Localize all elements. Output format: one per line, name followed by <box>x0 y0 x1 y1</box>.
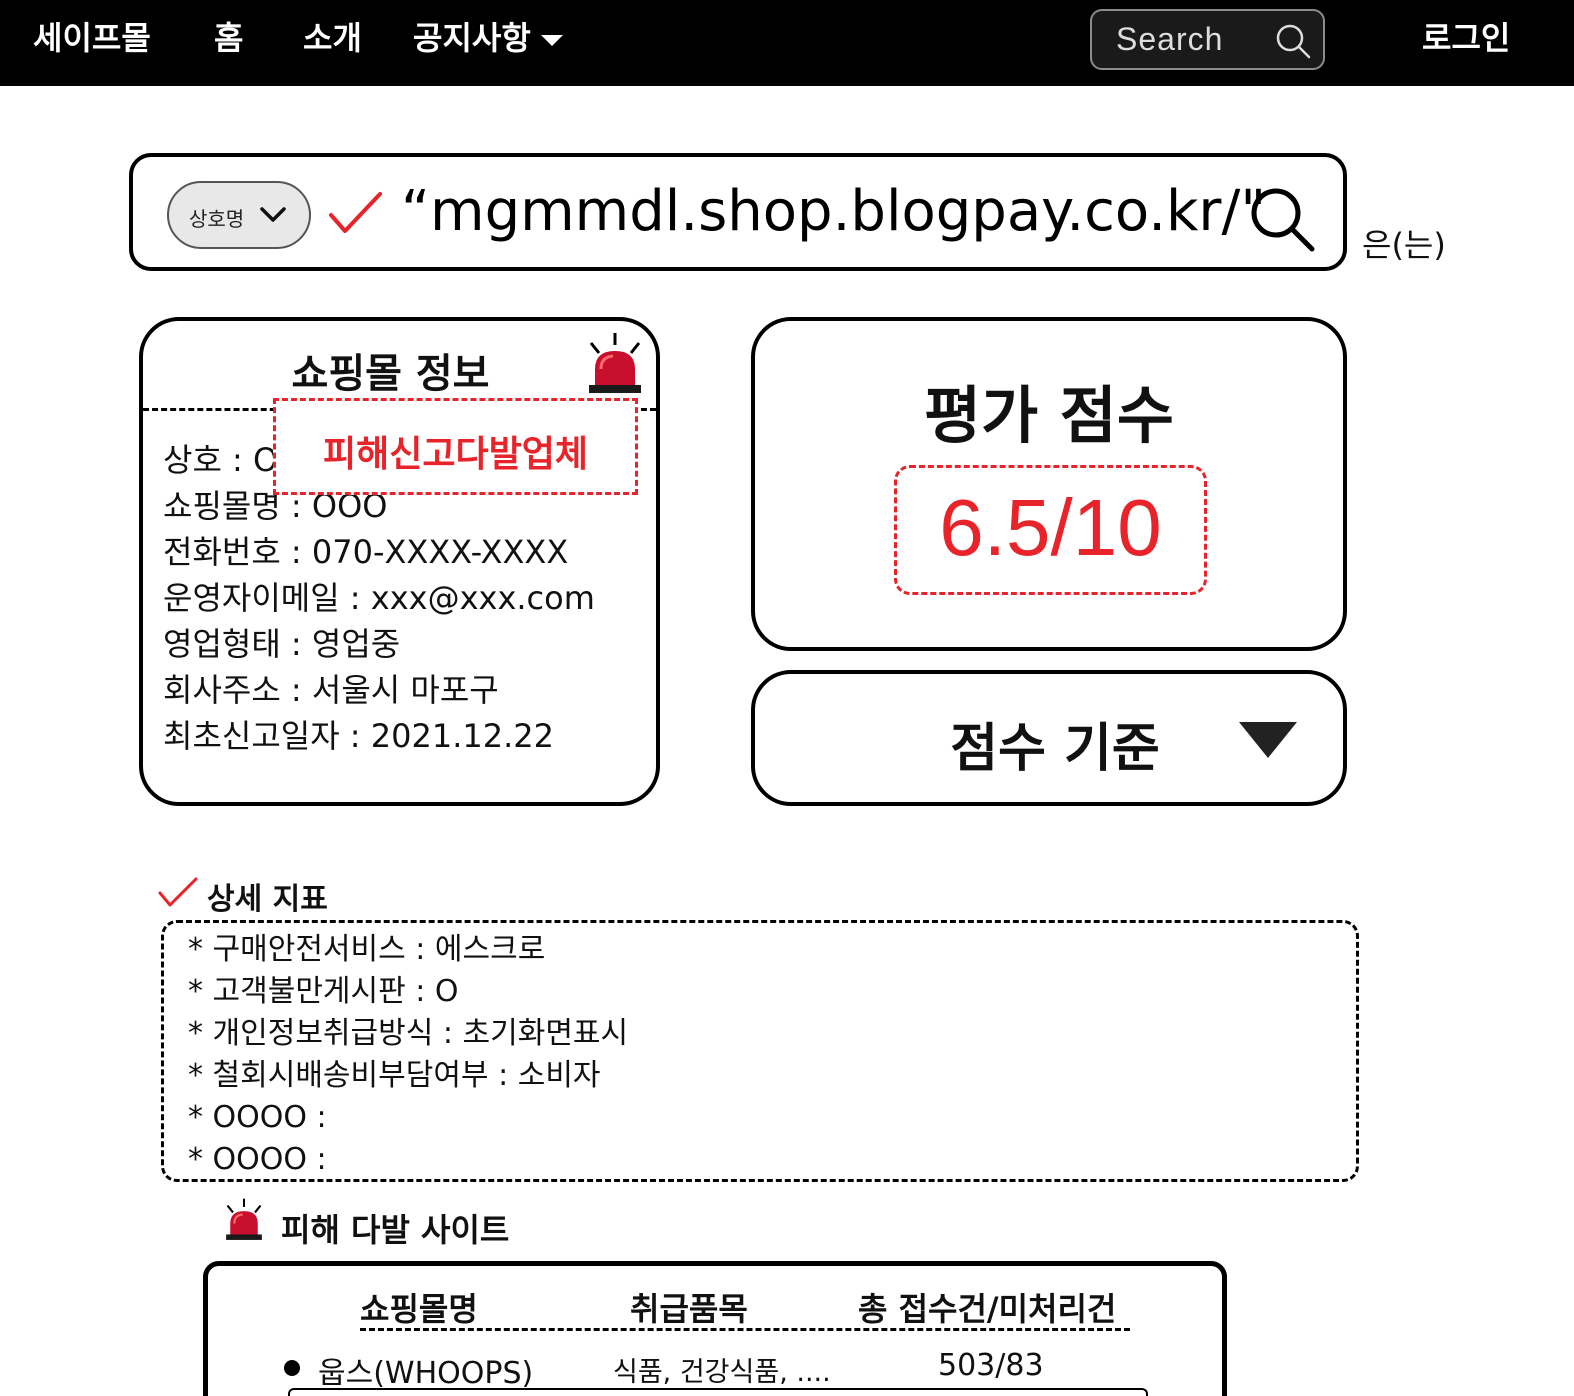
damage-warning-badge: 피해신고다발업체 <box>273 398 638 495</box>
nav-home[interactable]: 홈 <box>214 18 243 58</box>
detail-item-placeholder: * OOOO : <box>188 1100 327 1135</box>
info-row-status: 영업형태 : 영업중 <box>163 625 401 663</box>
nav-search-input[interactable]: Search <box>1116 21 1223 58</box>
score-criteria-dropdown[interactable]: 점수 기준 <box>751 670 1347 806</box>
search-icon[interactable] <box>1248 185 1318 255</box>
bullet-icon <box>284 1360 300 1376</box>
detail-indicators-box: * 구매안전서비스 : 에스크로 * 고객불만게시판 : O * 개인정보취급방… <box>161 920 1359 1182</box>
login-button[interactable]: 로그인 <box>1422 18 1510 58</box>
table-cell-items: 식품, 건강식품, .... <box>613 1357 831 1388</box>
main-search-bar[interactable]: 상호명 “mgmmdl.shop.blogpay.co.kr/" <box>129 153 1347 271</box>
check-icon <box>158 877 198 907</box>
brand-logo[interactable]: 세이프몰 <box>33 18 151 58</box>
detail-item-placeholder: * OOOO : <box>188 1142 327 1177</box>
chevron-down-icon <box>260 207 286 222</box>
score-title: 평가 점수 <box>924 379 1174 452</box>
score-box: 6.5/10 <box>894 465 1207 595</box>
row-divider <box>288 1388 1148 1396</box>
table-header-divider <box>360 1328 1130 1331</box>
score-card: 평가 점수 6.5/10 <box>751 317 1347 651</box>
search-type-label: 상호명 <box>189 207 245 231</box>
check-icon <box>329 192 382 233</box>
triangle-down-icon[interactable] <box>1237 720 1299 760</box>
damage-sites-title: 피해 다발 사이트 <box>281 1211 510 1249</box>
detail-item-privacy-policy: * 개인정보취급방식 : 초기화면표시 <box>188 1016 629 1051</box>
search-query-input[interactable]: “mgmmdl.shop.blogpay.co.kr/" <box>401 179 1266 244</box>
table-header-items: 취급품목 <box>630 1290 748 1328</box>
detail-indicators-list: * 구매안전서비스 : 에스크로 * 고객불만게시판 : O * 개인정보취급방… <box>188 929 628 1181</box>
table-header-mall-name: 쇼핑몰명 <box>360 1290 478 1328</box>
top-navbar: 세이프몰 홈 소개 공지사항 Search 로그인 <box>0 0 1574 86</box>
detail-indicators-title: 상세 지표 <box>207 882 328 917</box>
nav-notice-label: 공지사항 <box>413 19 531 57</box>
caret-down-icon <box>540 34 563 46</box>
search-type-select[interactable]: 상호명 <box>167 181 311 249</box>
shop-info-card: 쇼핑몰 정보 상호 : OOO 쇼핑몰명 : OOO 전화번호 : 070-XX… <box>139 317 660 806</box>
search-suffix: 은(는) <box>1362 226 1446 264</box>
table-cell-mall-name[interactable]: 웁스(WHOOPS) <box>318 1348 533 1392</box>
table-cell-counts: 503/83 <box>938 1348 1044 1383</box>
info-row-address: 회사주소 : 서울시 마포구 <box>163 671 499 709</box>
detail-item-complaint-board: * 고객불만게시판 : O <box>188 974 459 1009</box>
info-row-phone: 전화번호 : 070-XXXX-XXXX <box>163 533 569 571</box>
shop-info-title: 쇼핑몰 정보 <box>291 351 490 397</box>
search-icon[interactable] <box>1275 23 1311 59</box>
detail-item-return-shipping: * 철회시배송비부담여부 : 소비자 <box>188 1058 601 1093</box>
info-row-first-report-date: 최초신고일자 : 2021.12.22 <box>163 717 554 755</box>
nav-notice-dropdown[interactable]: 공지사항 <box>413 18 563 58</box>
table-header-counts: 총 접수건/미처리건 <box>858 1290 1117 1328</box>
score-value: 6.5/10 <box>939 483 1162 572</box>
nav-search-box[interactable]: Search <box>1090 9 1325 70</box>
damage-sites-table: 쇼핑몰명 취급품목 총 접수건/미처리건 웁스(WHOOPS) 식품, 건강식품… <box>203 1261 1227 1396</box>
siren-icon <box>226 1198 262 1240</box>
nav-about[interactable]: 소개 <box>303 18 362 58</box>
siren-icon <box>589 333 641 393</box>
detail-item-safe-purchase: * 구매안전서비스 : 에스크로 <box>188 932 546 967</box>
damage-warning-label: 피해신고다발업체 <box>323 434 588 475</box>
info-row-email: 운영자이메일 : xxx@xxx.com <box>163 579 595 617</box>
